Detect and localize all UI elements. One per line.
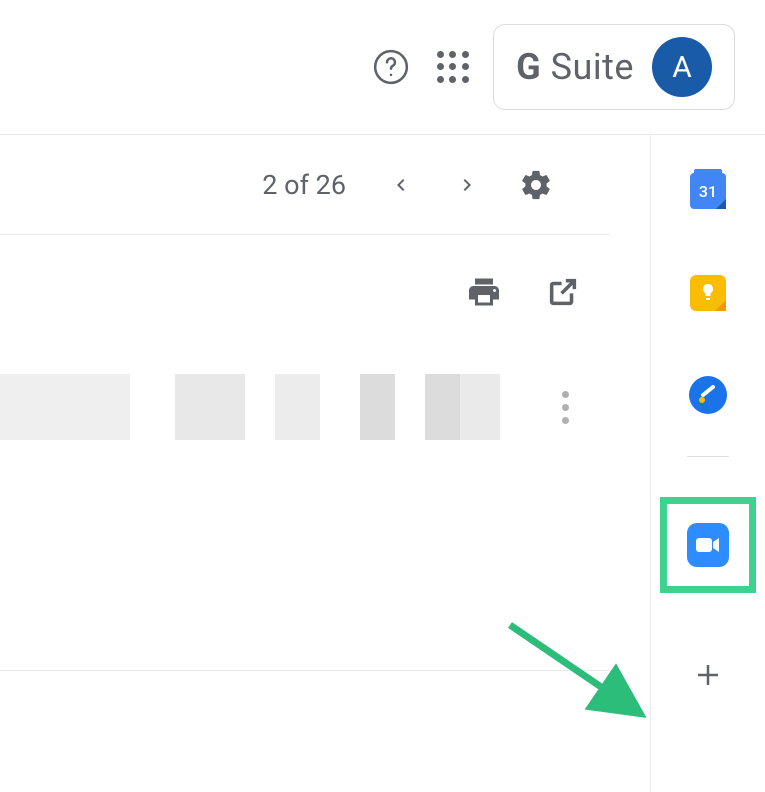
annotation-arrow xyxy=(505,620,665,730)
keep-app-icon[interactable] xyxy=(687,272,729,314)
prev-button[interactable] xyxy=(376,161,424,209)
redacted-content-row xyxy=(0,374,650,440)
pager-counter: 2 of 26 xyxy=(262,169,346,201)
add-addon-button[interactable] xyxy=(686,653,730,697)
zoom-highlight-box xyxy=(660,497,756,593)
side-panel: 31 xyxy=(650,135,765,792)
header-bar: G Suite A xyxy=(0,0,765,135)
open-new-window-icon[interactable] xyxy=(541,270,585,314)
tasks-app-icon[interactable] xyxy=(687,374,729,416)
avatar[interactable]: A xyxy=(652,37,712,97)
message-toolbar: 2 of 26 xyxy=(0,135,610,235)
main-content: 2 of 26 xyxy=(0,135,650,792)
zoom-app-icon[interactable] xyxy=(687,524,729,566)
apps-grid-icon[interactable] xyxy=(431,45,475,89)
content-divider xyxy=(0,670,610,671)
print-icon[interactable] xyxy=(462,270,506,314)
calendar-app-icon[interactable]: 31 xyxy=(687,170,729,212)
help-icon[interactable] xyxy=(369,45,413,89)
more-options-icon[interactable] xyxy=(550,382,580,432)
rail-divider xyxy=(687,456,729,457)
message-actions xyxy=(0,235,650,314)
next-button[interactable] xyxy=(444,161,492,209)
settings-gear-icon[interactable] xyxy=(512,161,560,209)
gsuite-account-pill[interactable]: G Suite A xyxy=(493,24,735,110)
body-area: 2 of 26 xyxy=(0,135,765,792)
gsuite-label: G Suite xyxy=(516,46,634,88)
